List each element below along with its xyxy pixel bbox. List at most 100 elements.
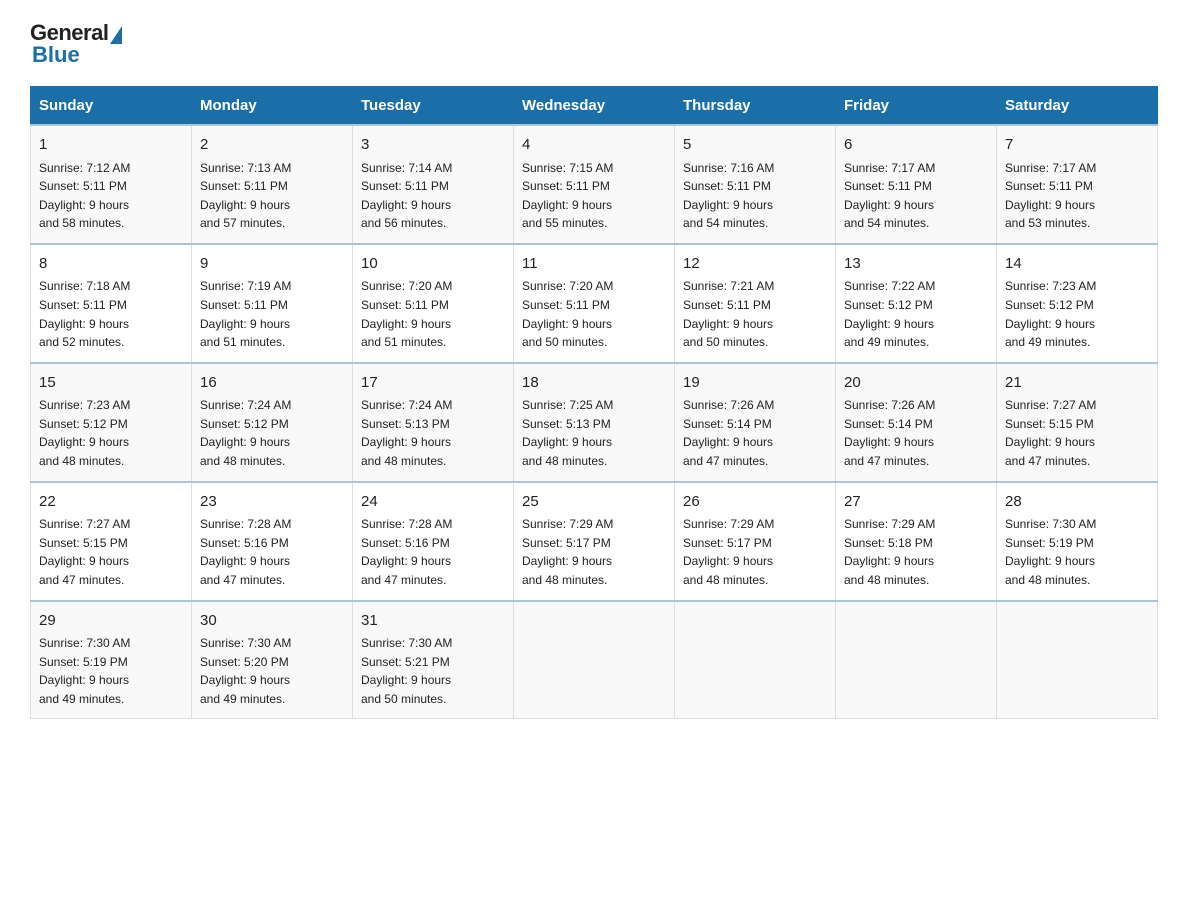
day-number: 29 — [39, 610, 183, 633]
weekday-header-sunday: Sunday — [31, 87, 192, 126]
day-number: 16 — [200, 372, 344, 395]
day-info: Sunrise: 7:20 AMSunset: 5:11 PMDaylight:… — [361, 277, 505, 351]
calendar-empty-cell — [514, 601, 675, 719]
day-number: 12 — [683, 253, 827, 276]
day-number: 7 — [1005, 134, 1149, 157]
weekday-header-tuesday: Tuesday — [353, 87, 514, 126]
day-number: 23 — [200, 491, 344, 514]
day-number: 6 — [844, 134, 988, 157]
day-info: Sunrise: 7:28 AMSunset: 5:16 PMDaylight:… — [200, 515, 344, 589]
calendar-day-cell: 31Sunrise: 7:30 AMSunset: 5:21 PMDayligh… — [353, 601, 514, 719]
calendar-day-cell: 12Sunrise: 7:21 AMSunset: 5:11 PMDayligh… — [675, 244, 836, 363]
calendar-day-cell: 15Sunrise: 7:23 AMSunset: 5:12 PMDayligh… — [31, 363, 192, 482]
calendar-day-cell: 10Sunrise: 7:20 AMSunset: 5:11 PMDayligh… — [353, 244, 514, 363]
day-info: Sunrise: 7:30 AMSunset: 5:21 PMDaylight:… — [361, 634, 505, 708]
day-info: Sunrise: 7:20 AMSunset: 5:11 PMDaylight:… — [522, 277, 666, 351]
day-info: Sunrise: 7:26 AMSunset: 5:14 PMDaylight:… — [683, 396, 827, 470]
calendar-day-cell: 11Sunrise: 7:20 AMSunset: 5:11 PMDayligh… — [514, 244, 675, 363]
day-info: Sunrise: 7:27 AMSunset: 5:15 PMDaylight:… — [1005, 396, 1149, 470]
day-info: Sunrise: 7:19 AMSunset: 5:11 PMDaylight:… — [200, 277, 344, 351]
day-number: 15 — [39, 372, 183, 395]
day-number: 2 — [200, 134, 344, 157]
calendar-day-cell: 17Sunrise: 7:24 AMSunset: 5:13 PMDayligh… — [353, 363, 514, 482]
day-number: 11 — [522, 253, 666, 276]
calendar-day-cell: 21Sunrise: 7:27 AMSunset: 5:15 PMDayligh… — [997, 363, 1158, 482]
day-number: 19 — [683, 372, 827, 395]
day-info: Sunrise: 7:29 AMSunset: 5:17 PMDaylight:… — [522, 515, 666, 589]
day-number: 28 — [1005, 491, 1149, 514]
weekday-header-row: SundayMondayTuesdayWednesdayThursdayFrid… — [31, 87, 1158, 126]
calendar-day-cell: 24Sunrise: 7:28 AMSunset: 5:16 PMDayligh… — [353, 482, 514, 601]
logo-triangle-icon — [110, 26, 122, 44]
day-info: Sunrise: 7:13 AMSunset: 5:11 PMDaylight:… — [200, 159, 344, 233]
calendar-day-cell: 20Sunrise: 7:26 AMSunset: 5:14 PMDayligh… — [836, 363, 997, 482]
day-number: 21 — [1005, 372, 1149, 395]
calendar-day-cell: 4Sunrise: 7:15 AMSunset: 5:11 PMDaylight… — [514, 125, 675, 244]
page-header: General Blue — [30, 20, 1158, 68]
calendar-week-row: 15Sunrise: 7:23 AMSunset: 5:12 PMDayligh… — [31, 363, 1158, 482]
day-number: 5 — [683, 134, 827, 157]
day-number: 4 — [522, 134, 666, 157]
day-number: 18 — [522, 372, 666, 395]
day-number: 24 — [361, 491, 505, 514]
calendar-day-cell: 1Sunrise: 7:12 AMSunset: 5:11 PMDaylight… — [31, 125, 192, 244]
calendar-day-cell: 25Sunrise: 7:29 AMSunset: 5:17 PMDayligh… — [514, 482, 675, 601]
day-info: Sunrise: 7:23 AMSunset: 5:12 PMDaylight:… — [1005, 277, 1149, 351]
day-number: 30 — [200, 610, 344, 633]
calendar-week-row: 8Sunrise: 7:18 AMSunset: 5:11 PMDaylight… — [31, 244, 1158, 363]
calendar-day-cell: 27Sunrise: 7:29 AMSunset: 5:18 PMDayligh… — [836, 482, 997, 601]
calendar-day-cell: 23Sunrise: 7:28 AMSunset: 5:16 PMDayligh… — [192, 482, 353, 601]
day-info: Sunrise: 7:23 AMSunset: 5:12 PMDaylight:… — [39, 396, 183, 470]
day-info: Sunrise: 7:17 AMSunset: 5:11 PMDaylight:… — [844, 159, 988, 233]
day-number: 27 — [844, 491, 988, 514]
weekday-header-monday: Monday — [192, 87, 353, 126]
day-info: Sunrise: 7:24 AMSunset: 5:13 PMDaylight:… — [361, 396, 505, 470]
calendar-table: SundayMondayTuesdayWednesdayThursdayFrid… — [30, 86, 1158, 719]
calendar-day-cell: 16Sunrise: 7:24 AMSunset: 5:12 PMDayligh… — [192, 363, 353, 482]
calendar-day-cell: 13Sunrise: 7:22 AMSunset: 5:12 PMDayligh… — [836, 244, 997, 363]
calendar-week-row: 22Sunrise: 7:27 AMSunset: 5:15 PMDayligh… — [31, 482, 1158, 601]
day-info: Sunrise: 7:27 AMSunset: 5:15 PMDaylight:… — [39, 515, 183, 589]
day-info: Sunrise: 7:21 AMSunset: 5:11 PMDaylight:… — [683, 277, 827, 351]
calendar-empty-cell — [836, 601, 997, 719]
calendar-day-cell: 28Sunrise: 7:30 AMSunset: 5:19 PMDayligh… — [997, 482, 1158, 601]
calendar-day-cell: 8Sunrise: 7:18 AMSunset: 5:11 PMDaylight… — [31, 244, 192, 363]
calendar-week-row: 29Sunrise: 7:30 AMSunset: 5:19 PMDayligh… — [31, 601, 1158, 719]
calendar-empty-cell — [675, 601, 836, 719]
day-number: 3 — [361, 134, 505, 157]
day-info: Sunrise: 7:18 AMSunset: 5:11 PMDaylight:… — [39, 277, 183, 351]
day-number: 22 — [39, 491, 183, 514]
day-info: Sunrise: 7:30 AMSunset: 5:19 PMDaylight:… — [39, 634, 183, 708]
day-info: Sunrise: 7:28 AMSunset: 5:16 PMDaylight:… — [361, 515, 505, 589]
calendar-day-cell: 30Sunrise: 7:30 AMSunset: 5:20 PMDayligh… — [192, 601, 353, 719]
weekday-header-thursday: Thursday — [675, 87, 836, 126]
calendar-day-cell: 19Sunrise: 7:26 AMSunset: 5:14 PMDayligh… — [675, 363, 836, 482]
calendar-day-cell: 18Sunrise: 7:25 AMSunset: 5:13 PMDayligh… — [514, 363, 675, 482]
calendar-day-cell: 2Sunrise: 7:13 AMSunset: 5:11 PMDaylight… — [192, 125, 353, 244]
calendar-day-cell: 29Sunrise: 7:30 AMSunset: 5:19 PMDayligh… — [31, 601, 192, 719]
weekday-header-saturday: Saturday — [997, 87, 1158, 126]
day-info: Sunrise: 7:16 AMSunset: 5:11 PMDaylight:… — [683, 159, 827, 233]
day-info: Sunrise: 7:12 AMSunset: 5:11 PMDaylight:… — [39, 159, 183, 233]
calendar-day-cell: 6Sunrise: 7:17 AMSunset: 5:11 PMDaylight… — [836, 125, 997, 244]
day-number: 20 — [844, 372, 988, 395]
day-number: 26 — [683, 491, 827, 514]
day-number: 9 — [200, 253, 344, 276]
calendar-day-cell: 22Sunrise: 7:27 AMSunset: 5:15 PMDayligh… — [31, 482, 192, 601]
calendar-day-cell: 14Sunrise: 7:23 AMSunset: 5:12 PMDayligh… — [997, 244, 1158, 363]
calendar-day-cell: 9Sunrise: 7:19 AMSunset: 5:11 PMDaylight… — [192, 244, 353, 363]
day-info: Sunrise: 7:30 AMSunset: 5:20 PMDaylight:… — [200, 634, 344, 708]
day-info: Sunrise: 7:14 AMSunset: 5:11 PMDaylight:… — [361, 159, 505, 233]
calendar-day-cell: 26Sunrise: 7:29 AMSunset: 5:17 PMDayligh… — [675, 482, 836, 601]
day-info: Sunrise: 7:29 AMSunset: 5:17 PMDaylight:… — [683, 515, 827, 589]
day-number: 25 — [522, 491, 666, 514]
day-number: 14 — [1005, 253, 1149, 276]
logo: General Blue — [30, 20, 122, 68]
day-info: Sunrise: 7:15 AMSunset: 5:11 PMDaylight:… — [522, 159, 666, 233]
calendar-week-row: 1Sunrise: 7:12 AMSunset: 5:11 PMDaylight… — [31, 125, 1158, 244]
day-number: 31 — [361, 610, 505, 633]
day-number: 13 — [844, 253, 988, 276]
day-info: Sunrise: 7:17 AMSunset: 5:11 PMDaylight:… — [1005, 159, 1149, 233]
day-number: 1 — [39, 134, 183, 157]
weekday-header-friday: Friday — [836, 87, 997, 126]
